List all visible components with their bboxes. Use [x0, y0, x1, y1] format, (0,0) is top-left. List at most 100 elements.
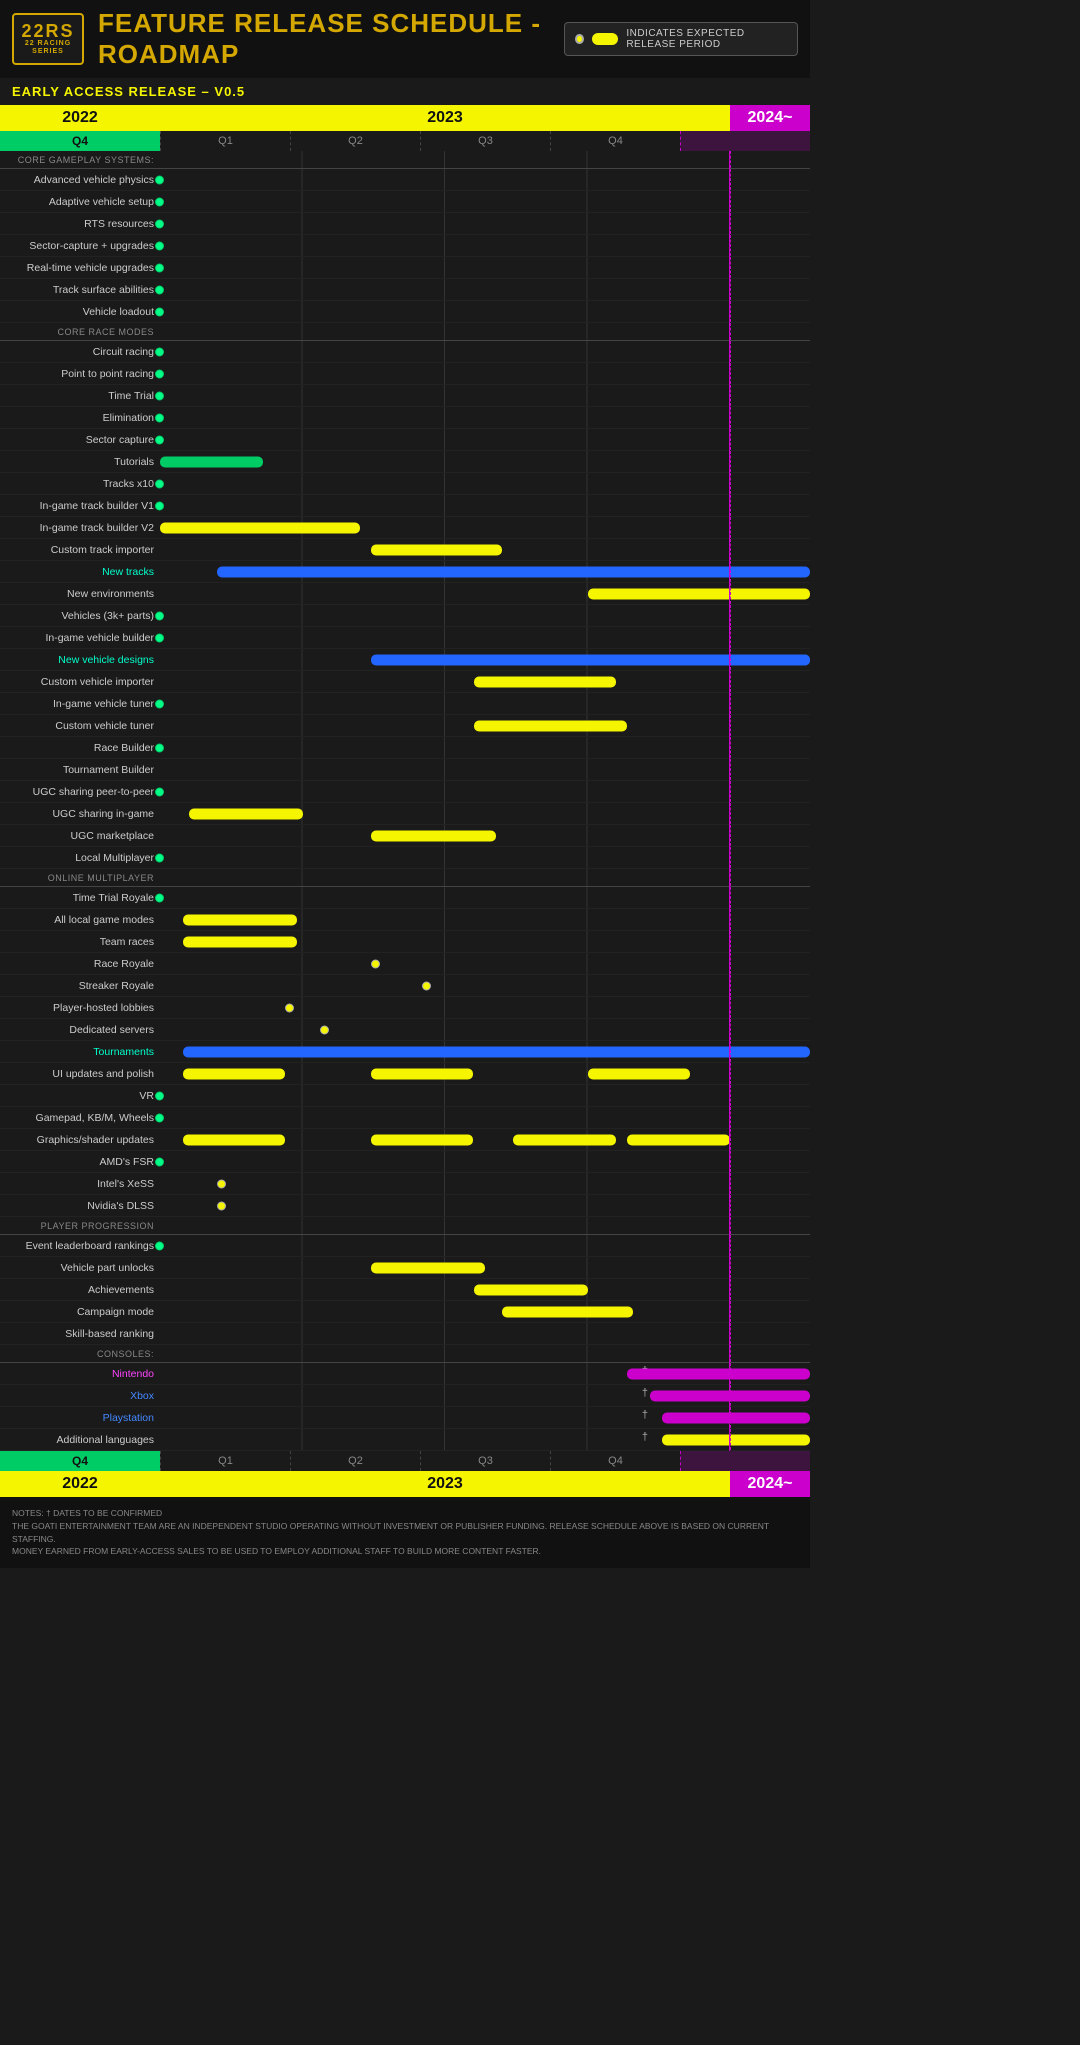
completion-dot	[155, 633, 164, 642]
table-row: In-game track builder V1	[0, 495, 810, 517]
row-chart	[160, 301, 730, 322]
row-2024-area	[730, 429, 810, 450]
completion-dot	[155, 699, 164, 708]
row-2024-area	[730, 1063, 810, 1084]
table-row: RTS resources	[0, 213, 810, 235]
row-2024-area	[730, 583, 810, 604]
row-2024-area	[730, 847, 810, 868]
schedule-bar	[474, 720, 628, 731]
schedule-bar-3	[588, 1068, 691, 1079]
bottom-q2: Q2	[290, 1451, 420, 1471]
row-label: Nvidia's DLSS	[0, 1200, 160, 1212]
row-2024-area	[730, 671, 810, 692]
row-label: UI updates and polish	[0, 1068, 160, 1080]
table-row: Achievements	[0, 1279, 810, 1301]
row-label: All local game modes	[0, 914, 160, 926]
schedule-bar-4	[627, 1134, 730, 1145]
logo-bottom: 22 RACING SERIES	[14, 40, 82, 57]
table-row: PLAYER PROGRESSION	[0, 1217, 810, 1235]
row-2024-area	[730, 1301, 810, 1322]
row-label: In-game track builder V1	[0, 500, 160, 512]
schedule-bar	[183, 1068, 286, 1079]
row-label: In-game vehicle tuner	[0, 698, 160, 710]
year-2022: 2022	[0, 105, 160, 131]
row-2024-area	[730, 997, 810, 1018]
row-2024-area	[730, 1407, 810, 1428]
row-2024-area	[730, 759, 810, 780]
table-row: In-game track builder V2	[0, 517, 810, 539]
row-label: Real-time vehicle upgrades	[0, 262, 160, 274]
row-2024-area	[730, 213, 810, 234]
row-chart	[160, 887, 730, 908]
row-chart	[160, 363, 730, 384]
table-row: New environments	[0, 583, 810, 605]
schedule-bar-2	[371, 1134, 474, 1145]
row-chart	[160, 1195, 730, 1216]
table-row: CORE RACE MODES	[0, 323, 810, 341]
row-label: CONSOLES:	[0, 1349, 160, 1359]
row-chart	[160, 451, 730, 472]
dagger-marker: †	[642, 1409, 648, 1421]
row-chart	[160, 975, 730, 996]
row-chart	[160, 429, 730, 450]
bottom-year-2024: 2024~	[730, 1471, 810, 1497]
row-label: RTS resources	[0, 218, 160, 230]
row-chart: †	[160, 1363, 730, 1384]
planned-dot	[217, 1179, 226, 1188]
row-2024-area	[730, 151, 810, 168]
completion-dot	[155, 391, 164, 400]
table-row: Point to point racing	[0, 363, 810, 385]
row-label: In-game vehicle builder	[0, 632, 160, 644]
row-chart	[160, 781, 730, 802]
row-chart	[160, 517, 730, 538]
table-row: Vehicles (3k+ parts)	[0, 605, 810, 627]
row-label: Xbox	[0, 1390, 160, 1402]
bottom-q-2024	[680, 1451, 810, 1471]
completion-dot	[155, 241, 164, 250]
row-label: VR	[0, 1090, 160, 1102]
row-chart	[160, 825, 730, 846]
row-chart	[160, 407, 730, 428]
row-label: PLAYER PROGRESSION	[0, 1221, 160, 1231]
row-label: Custom vehicle importer	[0, 676, 160, 688]
row-chart	[160, 495, 730, 516]
table-row: Intel's XeSS	[0, 1173, 810, 1195]
row-2024-area	[730, 693, 810, 714]
schedule-bar	[217, 566, 810, 577]
completion-dot	[155, 1241, 164, 1250]
row-label: AMD's FSR	[0, 1156, 160, 1168]
table-row: Xbox†	[0, 1385, 810, 1407]
row-chart	[160, 561, 730, 582]
schedule-bar	[371, 544, 502, 555]
schedule-bar	[474, 676, 617, 687]
row-2024-area	[730, 909, 810, 930]
completion-dot	[155, 1157, 164, 1166]
row-chart	[160, 1107, 730, 1128]
table-row: UGC sharing in-game	[0, 803, 810, 825]
row-2024-area	[730, 715, 810, 736]
table-row: Tracks x10	[0, 473, 810, 495]
legend-box: INDICATES EXPECTED RELEASE PERIOD	[564, 22, 798, 56]
completion-dot	[155, 787, 164, 796]
row-label: Sector-capture + upgrades	[0, 240, 160, 252]
row-2024-area	[730, 1151, 810, 1172]
row-chart	[160, 953, 730, 974]
table-row: Time Trial Royale	[0, 887, 810, 909]
table-row: Graphics/shader updates	[0, 1129, 810, 1151]
schedule-bar	[183, 936, 297, 947]
row-2024-area	[730, 363, 810, 384]
planned-dot	[422, 981, 431, 990]
row-chart	[160, 1041, 730, 1062]
row-2024-area	[730, 1195, 810, 1216]
dagger-marker: †	[642, 1431, 648, 1443]
row-label: UGC sharing peer-to-peer	[0, 786, 160, 798]
legend-text: INDICATES EXPECTED RELEASE PERIOD	[626, 28, 787, 50]
logo: 22RS 22 RACING SERIES	[12, 13, 84, 65]
table-row: Dedicated servers	[0, 1019, 810, 1041]
row-label: Time Trial Royale	[0, 892, 160, 904]
table-row: CONSOLES:	[0, 1345, 810, 1363]
row-chart	[160, 693, 730, 714]
row-2024-area	[730, 169, 810, 190]
row-label: Additional languages	[0, 1434, 160, 1446]
row-label: Advanced vehicle physics	[0, 174, 160, 186]
